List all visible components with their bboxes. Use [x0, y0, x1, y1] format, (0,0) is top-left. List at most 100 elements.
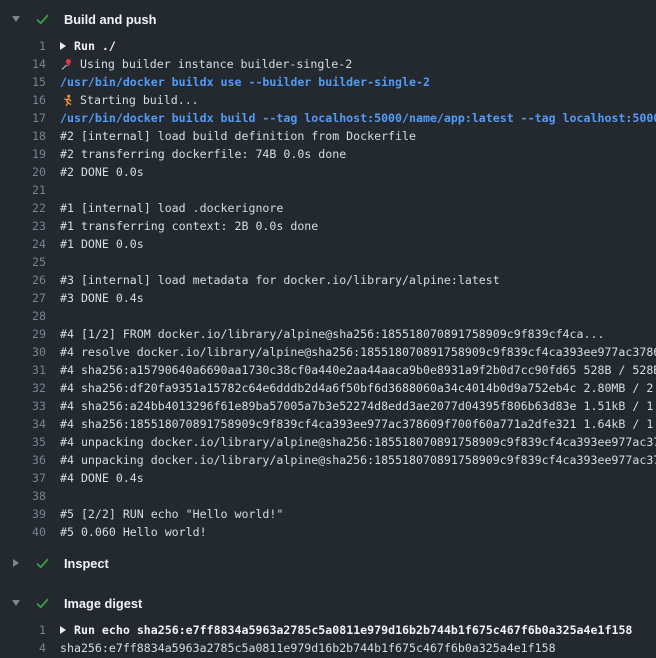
log-line: 28	[0, 307, 656, 325]
section-log-body: 1 Run echo sha256:e7ff8834a5963a2785c5a08…	[0, 617, 656, 658]
log-line: 32 #4 sha256:df20fa9351a15782c64e6dddb2d4…	[0, 379, 656, 397]
line-text: #4 unpacking docker.io/library/alpine@sh…	[60, 433, 656, 451]
line-number[interactable]: 30	[0, 343, 46, 361]
line-number[interactable]: 24	[0, 235, 46, 253]
log-line: 37 #4 DONE 0.4s	[0, 469, 656, 487]
section-header-build-and-push[interactable]: Build and push	[0, 5, 656, 33]
log-line-content	[60, 307, 656, 325]
log-line-content	[60, 181, 656, 199]
line-text: #2 transferring dockerfile: 74B 0.0s don…	[60, 145, 346, 163]
log-line: 39 #5 [2/2] RUN echo "Hello world!"	[0, 505, 656, 523]
line-text: #4 sha256:185518070891758909c9f839cf4ca3…	[60, 415, 656, 433]
log-line-content	[60, 253, 656, 271]
log-line: 1 Run echo sha256:e7ff8834a5963a2785c5a08…	[0, 621, 656, 639]
section-header-image-digest[interactable]: Image digest	[0, 589, 656, 617]
line-text: #4 [1/2] FROM docker.io/library/alpine@s…	[60, 325, 604, 343]
line-text: #1 transferring context: 2B 0.0s done	[60, 217, 318, 235]
log-line-content: #2 transferring dockerfile: 74B 0.0s don…	[60, 145, 656, 163]
line-number[interactable]: 22	[0, 199, 46, 217]
log-line-content: #3 [internal] load metadata for docker.i…	[60, 271, 656, 289]
line-number[interactable]: 31	[0, 361, 46, 379]
log-line-content: #2 DONE 0.0s	[60, 163, 656, 181]
log-line: 38	[0, 487, 656, 505]
check-icon	[34, 595, 50, 611]
line-number[interactable]: 1	[0, 621, 46, 639]
log-line-content: Run ./	[60, 37, 656, 55]
log-line: 34 #4 sha256:185518070891758909c9f839cf4c…	[0, 415, 656, 433]
line-number[interactable]: 29	[0, 325, 46, 343]
log-line: 26 #3 [internal] load metadata for docker…	[0, 271, 656, 289]
line-number[interactable]: 37	[0, 469, 46, 487]
line-number[interactable]: 26	[0, 271, 46, 289]
line-number[interactable]: 38	[0, 487, 46, 505]
line-number[interactable]: 40	[0, 523, 46, 541]
section-title: Build and push	[64, 12, 156, 27]
log-line: 33 #4 sha256:a24bb4013296f61e89ba57005a7b…	[0, 397, 656, 415]
line-number[interactable]: 1	[0, 37, 46, 55]
line-text: #1 [internal] load .dockerignore	[60, 199, 283, 217]
log-line: 22 #1 [internal] load .dockerignore	[0, 199, 656, 217]
log-line: 36 #4 unpacking docker.io/library/alpine@…	[0, 451, 656, 469]
line-number[interactable]: 4	[0, 639, 46, 657]
log-line: 15/usr/bin/docker buildx use --builder b…	[0, 73, 656, 91]
line-number[interactable]: 34	[0, 415, 46, 433]
log-line-content: /usr/bin/docker buildx build --tag local…	[60, 109, 656, 127]
line-number[interactable]: 23	[0, 217, 46, 235]
chevron-down-icon[interactable]	[10, 600, 22, 606]
line-number[interactable]: 20	[0, 163, 46, 181]
line-text: #4 unpacking docker.io/library/alpine@sh…	[60, 451, 656, 469]
line-number[interactable]: 15	[0, 73, 46, 91]
log-line: 30 #4 resolve docker.io/library/alpine@sh…	[0, 343, 656, 361]
log-line-content	[60, 487, 656, 505]
log-line: 17/usr/bin/docker buildx build --tag loc…	[0, 109, 656, 127]
line-number[interactable]: 21	[0, 181, 46, 199]
line-text: #2 DONE 0.0s	[60, 163, 144, 181]
section-title: Image digest	[64, 596, 142, 611]
log-line: 24 #1 DONE 0.0s	[0, 235, 656, 253]
line-number[interactable]: 27	[0, 289, 46, 307]
chevron-right-icon[interactable]	[10, 559, 22, 567]
line-number[interactable]: 28	[0, 307, 46, 325]
line-text: Run echo sha256:e7ff8834a5963a2785c5a081…	[74, 621, 632, 639]
log-line: 23 #1 transferring context: 2B 0.0s done	[0, 217, 656, 235]
line-number[interactable]: 33	[0, 397, 46, 415]
chevron-down-icon[interactable]	[10, 16, 22, 22]
log-line-content: #4 DONE 0.4s	[60, 469, 656, 487]
log-section-image-digest: Image digest 1 Run echo sha256:e7ff8834a59…	[0, 589, 656, 658]
line-text: #3 DONE 0.4s	[60, 289, 144, 307]
line-number[interactable]: 18	[0, 127, 46, 145]
line-text: #5 [2/2] RUN echo "Hello world!"	[60, 505, 283, 523]
log-line: 18#2 [internal] load build definition fr…	[0, 127, 656, 145]
line-number[interactable]: 14	[0, 55, 46, 73]
line-text: /usr/bin/docker buildx use --builder bui…	[60, 73, 430, 91]
line-text: Starting build...	[80, 91, 199, 109]
log-line-content: #3 DONE 0.4s	[60, 289, 656, 307]
line-number[interactable]: 16	[0, 91, 46, 109]
line-number[interactable]: 36	[0, 451, 46, 469]
run-toggle-icon[interactable]	[60, 42, 66, 50]
run-toggle-icon[interactable]	[60, 626, 66, 634]
line-number[interactable]: 19	[0, 145, 46, 163]
section-header-inspect[interactable]: Inspect	[0, 549, 656, 577]
line-number[interactable]: 39	[0, 505, 46, 523]
log-line-content: #5 0.060 Hello world!	[60, 523, 656, 541]
line-number[interactable]: 17	[0, 109, 46, 127]
line-text: #4 sha256:a15790640a6690aa1730c38cf0a440…	[60, 361, 656, 379]
line-number[interactable]: 35	[0, 433, 46, 451]
log-line: 29 #4 [1/2] FROM docker.io/library/alpine…	[0, 325, 656, 343]
log-line-content: #5 [2/2] RUN echo "Hello world!"	[60, 505, 656, 523]
log-line-content: /usr/bin/docker buildx use --builder bui…	[60, 73, 656, 91]
log-line-content: #4 [1/2] FROM docker.io/library/alpine@s…	[60, 325, 656, 343]
line-number[interactable]: 25	[0, 253, 46, 271]
log-line: 1 Run ./	[0, 37, 656, 55]
line-text: /usr/bin/docker buildx build --tag local…	[60, 109, 656, 127]
line-text: #4 resolve docker.io/library/alpine@sha2…	[60, 343, 656, 361]
log-line: 19 #2 transferring dockerfile: 74B 0.0s d…	[0, 145, 656, 163]
runner-icon	[60, 94, 73, 107]
log-line: 35 #4 unpacking docker.io/library/alpine@…	[0, 433, 656, 451]
line-text: #4 sha256:df20fa9351a15782c64e6dddb2d4a6…	[60, 379, 656, 397]
line-text: #1 DONE 0.0s	[60, 235, 144, 253]
line-number[interactable]: 32	[0, 379, 46, 397]
log-line: 21	[0, 181, 656, 199]
log-line-content: #4 sha256:a24bb4013296f61e89ba57005a7b3e…	[60, 397, 656, 415]
